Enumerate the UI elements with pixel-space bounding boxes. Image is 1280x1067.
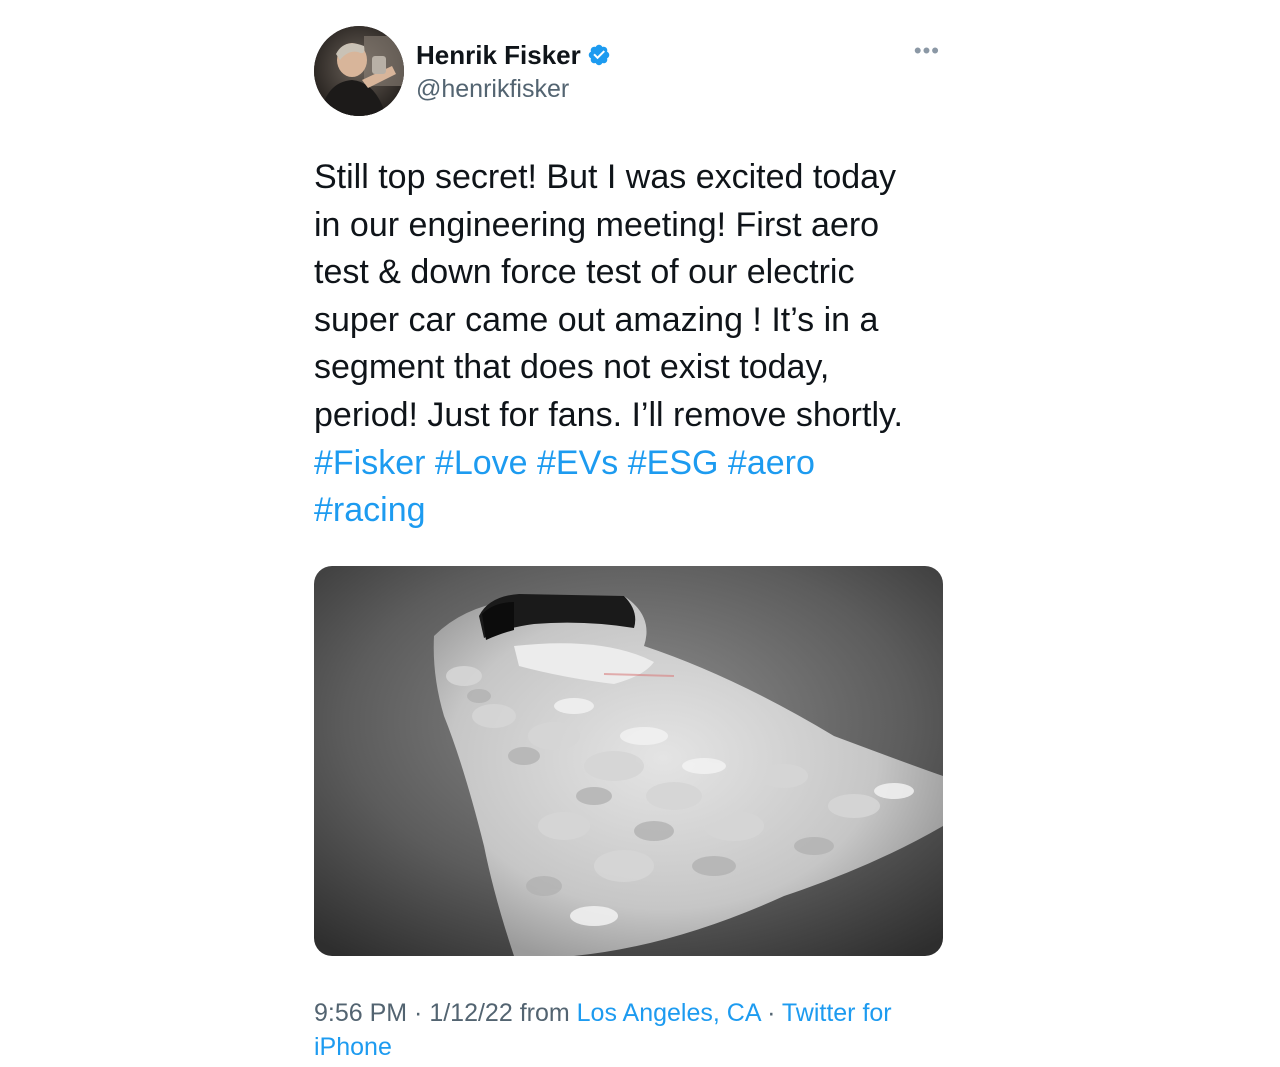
meta-from: from: [512, 999, 577, 1027]
tweet-time[interactable]: 9:56 PM: [314, 999, 407, 1027]
location-link[interactable]: Los Angeles, CA: [577, 999, 760, 1027]
hashtag-link[interactable]: #EVs: [537, 444, 618, 482]
tweet-text-line: super car came out amazing ! It’s in a: [314, 300, 879, 339]
tweet-text-line: period! Just for fans. I’ll remove short…: [314, 395, 903, 434]
author-names: Henrik Fisker @henrikfisker: [416, 39, 611, 105]
tweet-text-line: in our engineering meeting! First aero: [314, 205, 880, 244]
avatar[interactable]: [314, 26, 404, 116]
meta-separator: ·: [760, 999, 782, 1027]
tweet-meta: 9:56 PM · 1/12/22 from Los Angeles, CA ·…: [314, 996, 954, 1064]
hashtag-link[interactable]: #Fisker: [314, 444, 425, 482]
author-display-name[interactable]: Henrik Fisker: [416, 39, 611, 71]
verified-badge-icon: [588, 44, 609, 66]
tweet-text-line: Still top secret! But I was excited toda…: [314, 158, 897, 196]
hashtag-link[interactable]: #Love: [435, 444, 528, 482]
tweet-text: Still top secret! But I was excited toda…: [314, 154, 954, 535]
display-name-text: Henrik Fisker: [416, 40, 581, 70]
source-text-part1: Twitter for: [781, 999, 892, 1027]
meta-separator: ·: [407, 999, 430, 1027]
hashtags-line: #racing: [314, 487, 954, 535]
hashtag-link[interactable]: #aero: [728, 444, 815, 482]
tweet-media-image[interactable]: [314, 566, 943, 956]
tweet-text-line: segment that does not exist today,: [314, 348, 830, 387]
avatar-photo: [314, 26, 404, 116]
tweet: Henrik Fisker @henrikfisker ••• Still to…: [314, 26, 954, 1061]
tweet-date[interactable]: 1/12/22: [429, 999, 512, 1027]
hashtags-line: #Fisker #Love #EVs #ESG #aero: [314, 440, 954, 488]
hashtag-link[interactable]: #ESG: [628, 444, 719, 482]
tweet-header: Henrik Fisker @henrikfisker •••: [314, 26, 954, 116]
tweet-text-line: test & down force test of our electric: [314, 253, 855, 292]
author-handle[interactable]: @henrikfisker: [416, 73, 611, 105]
car-aero-render: [314, 566, 943, 956]
more-options-icon[interactable]: •••: [914, 40, 940, 62]
source-text-part2: iPhone: [314, 1033, 392, 1061]
hashtag-link[interactable]: #racing: [314, 491, 426, 529]
